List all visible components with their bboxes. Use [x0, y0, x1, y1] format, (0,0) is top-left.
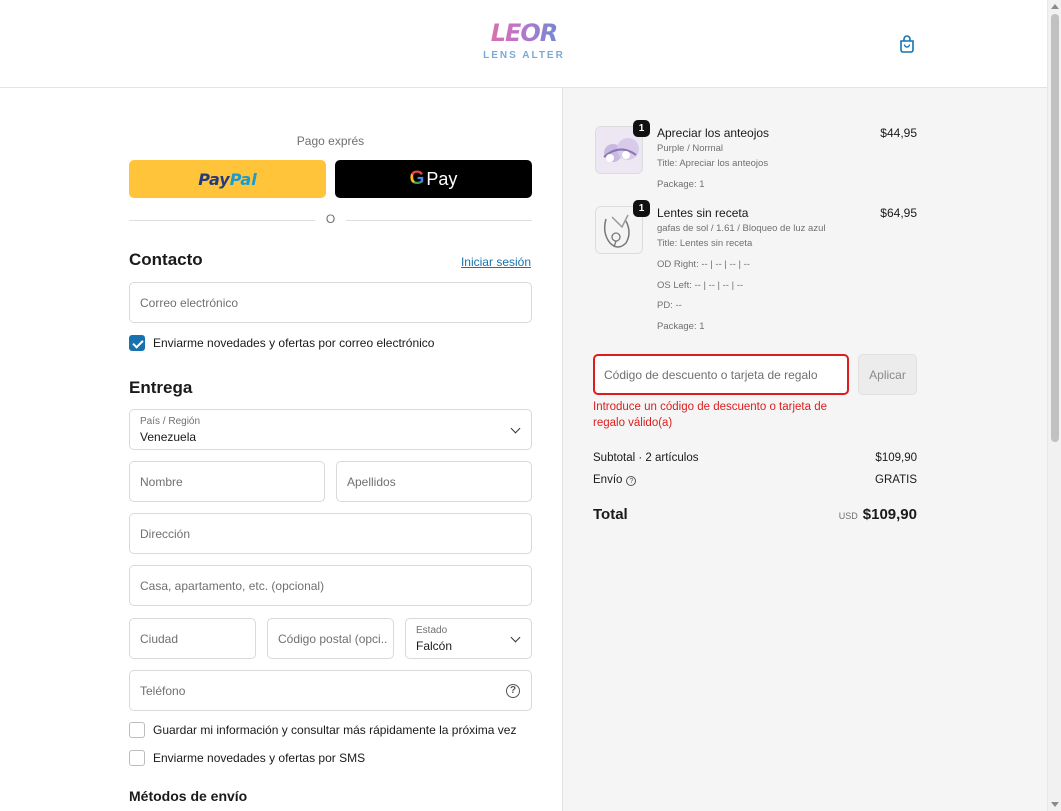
email-placeholder: Correo electrónico: [140, 296, 239, 310]
paypal-logo: PayPal: [198, 169, 257, 189]
store-logo[interactable]: LEOR LENS ALTER: [478, 18, 570, 66]
last-name-placeholder: Apellidos: [347, 475, 396, 489]
total-label: Total: [593, 506, 628, 523]
discount-error-message: Introduce un código de descuento o tarje…: [593, 401, 828, 429]
logo-subtitle: LENS ALTER: [483, 50, 565, 61]
postal-code-placeholder: Código postal (opci...: [278, 632, 387, 646]
paypal-button[interactable]: PayPal: [129, 160, 326, 198]
item-name: Apreciar los anteojos: [657, 126, 770, 140]
address-placeholder: Dirección: [140, 527, 191, 541]
newsletter-email-checkbox[interactable]: Enviarme novedades y ofertas por correo …: [129, 335, 434, 351]
chevron-down-icon: [510, 632, 521, 643]
first-name-field[interactable]: Nombre: [129, 461, 325, 502]
contact-heading: Contacto: [129, 250, 203, 269]
scrollbar-thumb[interactable]: [1051, 14, 1059, 442]
site-header: LEOR LENS ALTER: [0, 0, 1047, 88]
state-select[interactable]: Estado Falcón: [405, 618, 532, 659]
item-package: Package: 1: [657, 321, 705, 332]
item-price: $64,95: [880, 206, 917, 220]
item-package: Package: 1: [657, 179, 705, 190]
discount-placeholder: Código de descuento o tarjeta de regalo: [604, 368, 818, 382]
email-field[interactable]: Correo electrónico: [129, 282, 532, 323]
country-label: País / Región: [140, 416, 201, 427]
google-g-icon: G: [409, 168, 425, 189]
sms-checkbox[interactable]: Enviarme novedades y ofertas por SMS: [129, 750, 365, 766]
item-name: Lentes sin receta: [657, 206, 749, 220]
item-od-right: OD Right: -- | -- | -- | --: [657, 259, 750, 270]
address-field[interactable]: Dirección: [129, 513, 532, 554]
shipping-methods-heading: Métodos de envío: [129, 788, 248, 804]
shipping-label: Envío: [593, 474, 623, 486]
city-placeholder: Ciudad: [140, 632, 179, 646]
country-value: Venezuela: [140, 430, 197, 444]
google-pay-button[interactable]: G Pay: [335, 160, 532, 198]
total-value: $109,90: [862, 506, 917, 523]
logo-mark: LEOR: [478, 18, 570, 48]
item-pd: PD: --: [657, 300, 682, 311]
delivery-heading: Entrega: [129, 378, 193, 397]
state-label: Estado: [416, 625, 448, 636]
divider-line: [346, 220, 532, 221]
checkbox-unchecked[interactable]: [129, 750, 145, 766]
newsletter-email-label: Enviarme novedades y ofertas por correo …: [153, 336, 435, 350]
or-text: O: [325, 212, 336, 226]
city-field[interactable]: Ciudad: [129, 618, 256, 659]
scroll-down-arrow-icon[interactable]: [1051, 802, 1059, 807]
checkbox-checked[interactable]: [129, 335, 145, 351]
shipping-row: Envío? GRATIS: [593, 474, 917, 486]
cart-item: 1 Lentes sin receta $64,95 gafas de sol …: [595, 200, 917, 336]
subtotal-row: Subtotal · 2 artículos $109,90: [593, 452, 917, 464]
checkout-form-column: Pago exprés PayPal G Pay O Contacto Inic…: [0, 88, 563, 811]
sms-label: Enviarme novedades y ofertas por SMS: [153, 751, 366, 765]
item-title: Title: Lentes sin receta: [657, 238, 753, 249]
quantity-badge: 1: [633, 120, 650, 137]
order-summary-column: 1 Apreciar los anteojos $44,95 Purple / …: [563, 88, 1047, 811]
apartment-field[interactable]: Casa, apartamento, etc. (opcional): [129, 565, 532, 606]
save-info-label: Guardar mi información y consultar más r…: [153, 723, 517, 737]
total-currency: USD: [838, 511, 858, 521]
scroll-up-arrow-icon[interactable]: [1051, 4, 1059, 9]
subtotal-label: Subtotal · 2 artículos: [593, 452, 699, 464]
item-title: Title: Apreciar los anteojos: [657, 158, 769, 169]
save-info-checkbox[interactable]: Guardar mi información y consultar más r…: [129, 722, 516, 738]
quantity-badge: 1: [633, 200, 650, 217]
shipping-value: GRATIS: [875, 474, 917, 486]
or-divider: O: [129, 212, 532, 228]
last-name-field[interactable]: Apellidos: [336, 461, 532, 502]
discount-code-input[interactable]: Código de descuento o tarjeta de regalo: [593, 354, 849, 395]
first-name-placeholder: Nombre: [140, 475, 183, 489]
google-pay-label: Pay: [426, 168, 458, 189]
chevron-down-icon: [510, 423, 521, 434]
total-amount: USD $109,90: [839, 506, 917, 523]
item-price: $44,95: [880, 126, 917, 140]
page-scrollbar[interactable]: [1047, 0, 1061, 811]
subtotal-value: $109,90: [875, 452, 917, 464]
cart-item: 1 Apreciar los anteojos $44,95 Purple / …: [595, 120, 917, 192]
state-value: Falcón: [416, 639, 453, 653]
help-circle-icon[interactable]: ?: [506, 684, 520, 698]
apply-discount-button[interactable]: Aplicar: [858, 354, 917, 395]
total-row: Total USD $109,90: [593, 506, 917, 523]
postal-code-field[interactable]: Código postal (opci...: [267, 618, 394, 659]
item-os-left: OS Left: -- | -- | -- | --: [657, 280, 744, 291]
express-checkout-label: Pago exprés: [296, 134, 365, 148]
phone-placeholder: Teléfono: [140, 684, 186, 698]
checkbox-unchecked[interactable]: [129, 722, 145, 738]
login-link[interactable]: Iniciar sesión: [461, 255, 531, 269]
shopping-bag-icon[interactable]: [897, 34, 917, 54]
item-variant: Purple / Normal: [657, 143, 723, 154]
help-circle-icon[interactable]: ?: [626, 476, 637, 486]
item-variant: gafas de sol / 1.61 / Bloqueo de luz azu…: [657, 223, 826, 234]
country-select[interactable]: País / Región Venezuela: [129, 409, 532, 450]
phone-field[interactable]: Teléfono ?: [129, 670, 532, 711]
apartment-placeholder: Casa, apartamento, etc. (opcional): [140, 579, 325, 593]
